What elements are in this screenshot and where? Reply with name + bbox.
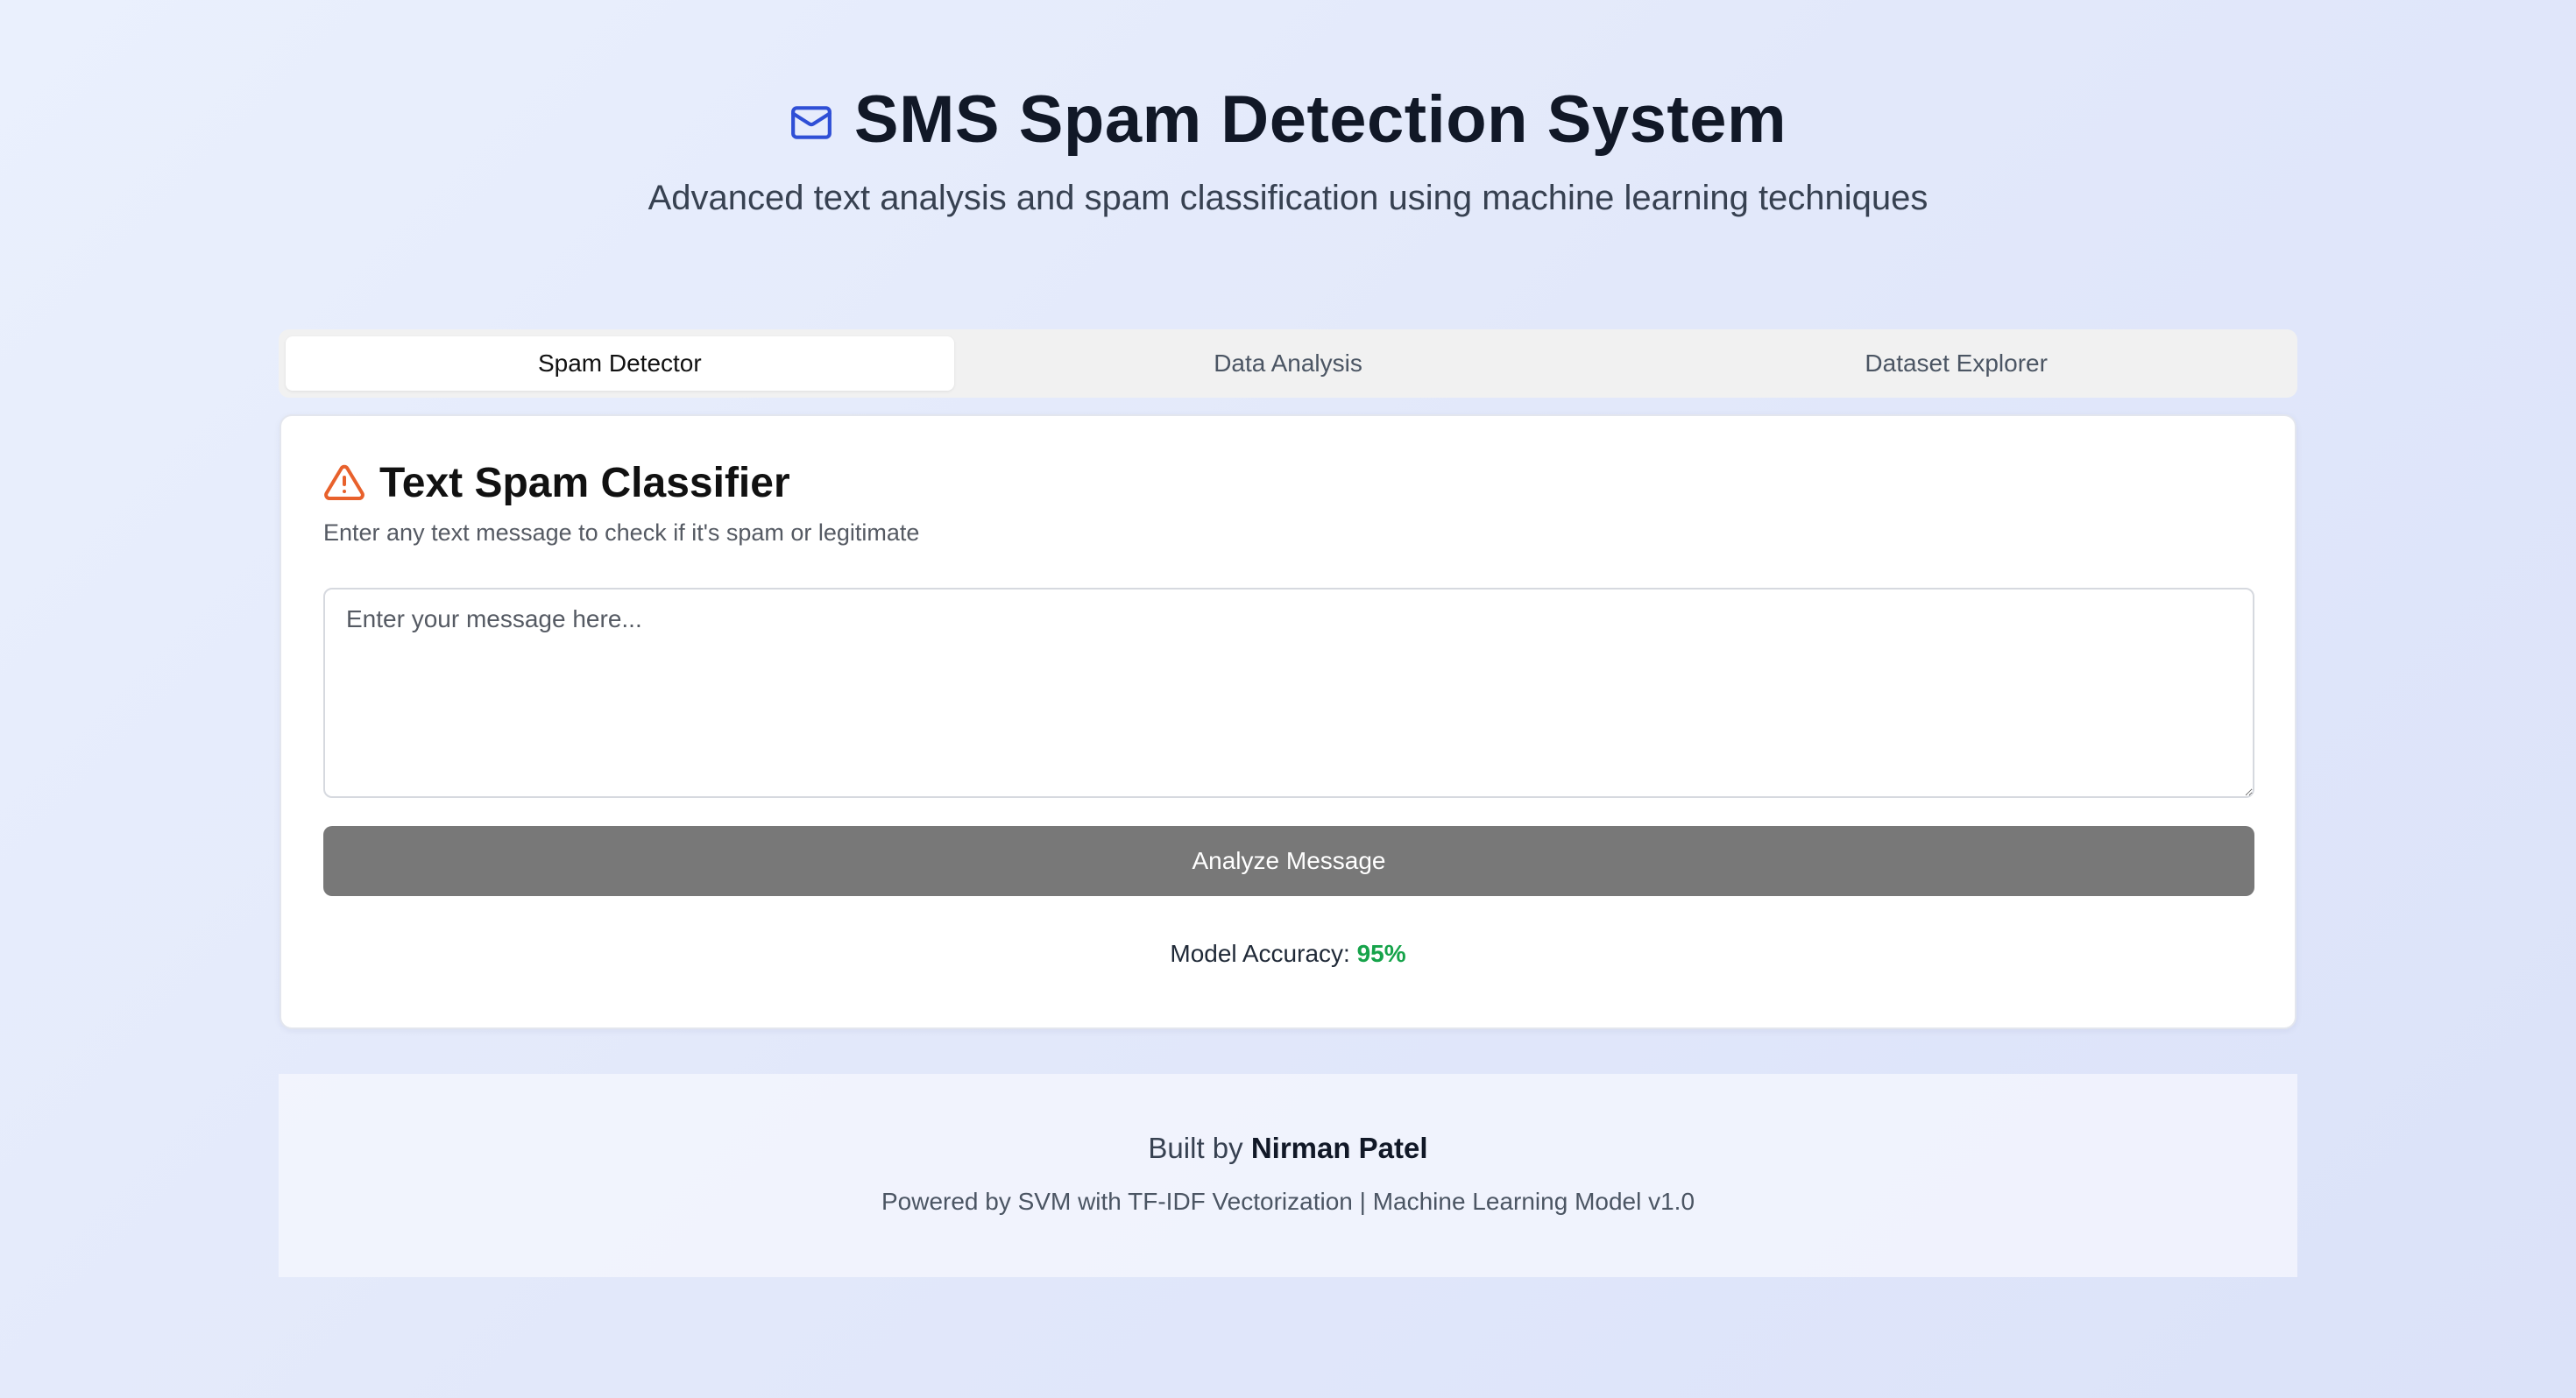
mail-icon bbox=[789, 101, 833, 145]
page-title: SMS Spam Detection System bbox=[853, 81, 1787, 157]
built-by-prefix: Built by bbox=[1148, 1132, 1243, 1164]
analyze-message-button[interactable]: Analyze Message bbox=[323, 826, 2254, 896]
card-title-row: Text Spam Classifier bbox=[323, 455, 919, 511]
page-footer: Built by Nirman Patel Powered by SVM wit… bbox=[279, 1074, 2297, 1277]
page-subtitle: Advanced text analysis and spam classifi… bbox=[648, 179, 1928, 217]
title-row: SMS Spam Detection System bbox=[0, 77, 2576, 161]
tab-spam-detector[interactable]: Spam Detector bbox=[286, 336, 954, 391]
author-name: Nirman Patel bbox=[1250, 1132, 1428, 1164]
message-input[interactable] bbox=[323, 588, 2254, 798]
tab-bar: Spam Detector Data Analysis Dataset Expl… bbox=[279, 329, 2297, 398]
footer-built-by: Built by Nirman Patel bbox=[279, 1132, 2297, 1165]
model-accuracy: Model Accuracy: 95% bbox=[281, 940, 2295, 968]
classifier-card: Text Spam Classifier Enter any text mess… bbox=[280, 414, 2296, 1029]
page-header: SMS Spam Detection System Advanced text … bbox=[0, 77, 2576, 218]
tab-dataset-explorer[interactable]: Dataset Explorer bbox=[1622, 336, 2290, 391]
classifier-description: Enter any text message to check if it's … bbox=[323, 519, 920, 546]
accuracy-label: Model Accuracy: bbox=[1170, 940, 1350, 967]
card-header: Text Spam Classifier Enter any text mess… bbox=[323, 455, 919, 547]
classifier-title: Text Spam Classifier bbox=[379, 459, 790, 506]
tab-data-analysis[interactable]: Data Analysis bbox=[954, 336, 1623, 391]
warning-triangle-icon bbox=[323, 462, 365, 504]
accuracy-value: 95% bbox=[1356, 940, 1406, 967]
footer-powered-by: Powered by SVM with TF-IDF Vectorization… bbox=[881, 1188, 1695, 1215]
